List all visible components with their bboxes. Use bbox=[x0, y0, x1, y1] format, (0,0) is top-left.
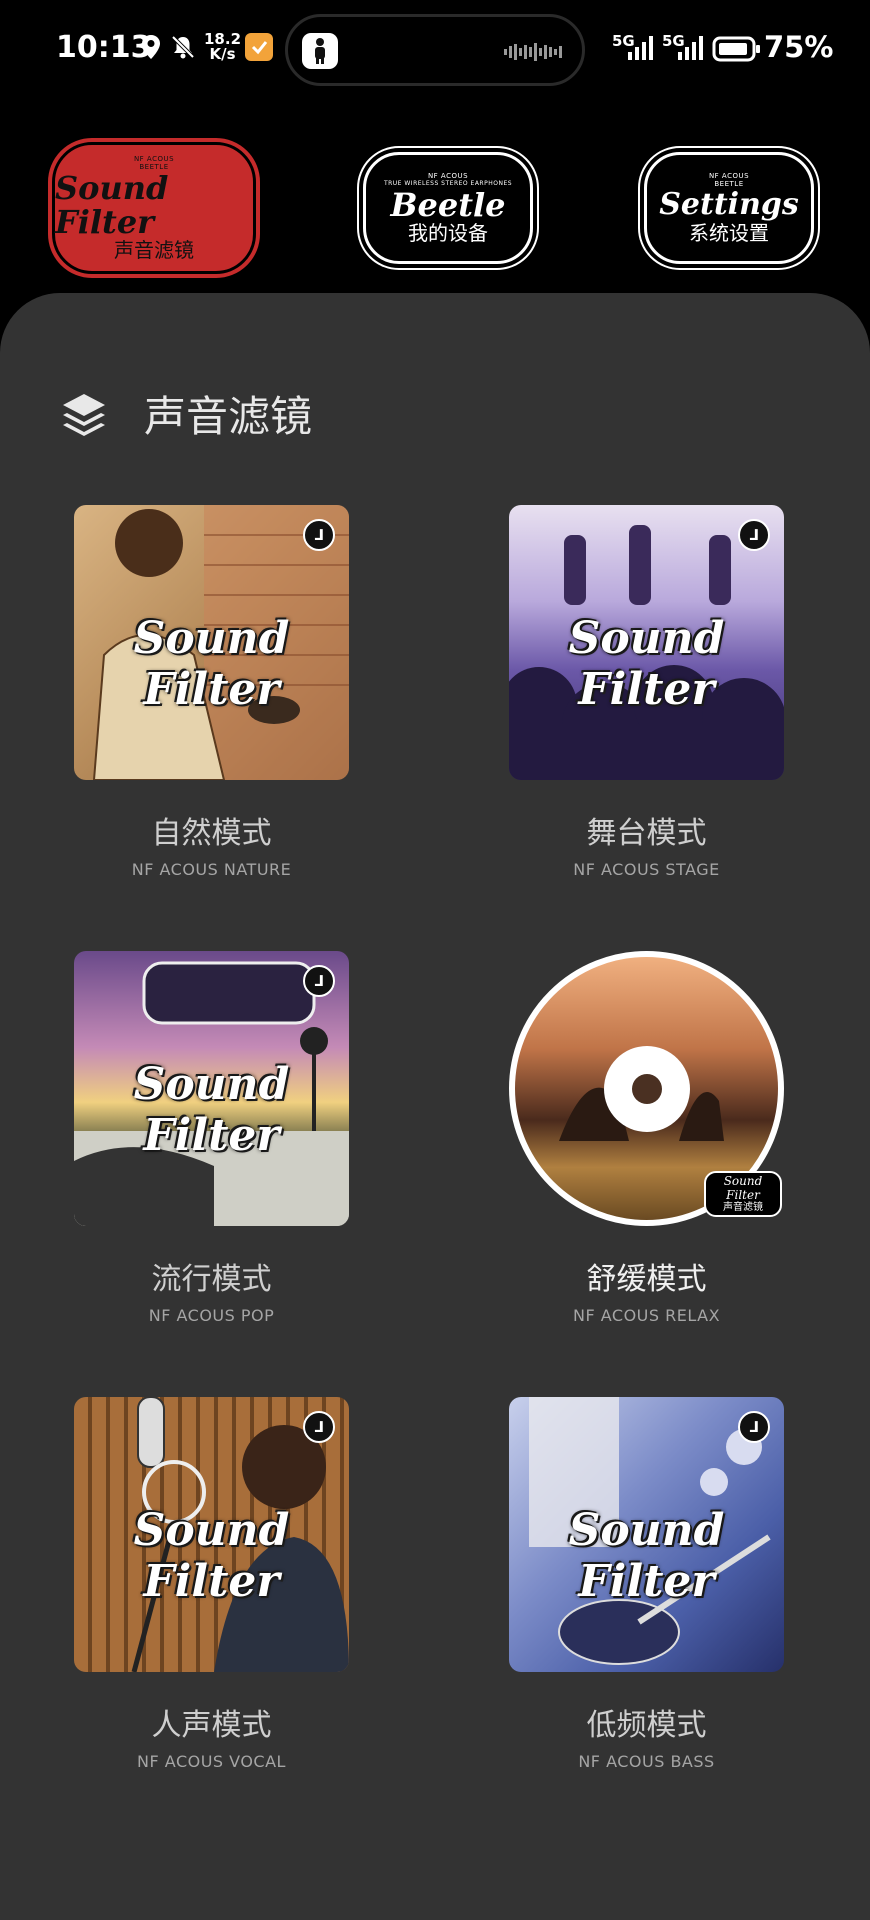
badge-brand: NF ACOUS bbox=[427, 172, 469, 180]
mode-card-vocal[interactable]: ⅃ Sound Filter 人声模式 NF ACOUS VOCAL bbox=[74, 1397, 349, 1771]
mode-subtitle: NF ACOUS POP bbox=[148, 1306, 275, 1325]
top-nav: NF ACOUS BEETLE Sound Filter 声音滤镜 NF ACO… bbox=[0, 130, 870, 290]
mode-subtitle: NF ACOUS STAGE bbox=[573, 860, 720, 879]
cover-brand-icon: ⅃ bbox=[303, 1411, 335, 1443]
badge-label: 我的设备 bbox=[408, 221, 488, 245]
cover-brand-icon: ⅃ bbox=[738, 519, 770, 551]
mode-subtitle: NF ACOUS VOCAL bbox=[137, 1752, 286, 1771]
mode-title: 人声模式 bbox=[151, 1708, 272, 1743]
mode-subtitle: NF ACOUS RELAX bbox=[572, 1306, 721, 1325]
cover-title: Sound Filter bbox=[568, 613, 725, 715]
app-notification-icon bbox=[245, 33, 273, 61]
mode-title: 流行模式 bbox=[151, 1262, 272, 1297]
mode-title: 舒缓模式 bbox=[586, 1262, 707, 1297]
disc-center-icon bbox=[603, 1045, 690, 1132]
status-bar: 10:13 18.2 K/s 5G 5G 75% bbox=[0, 0, 870, 100]
mode-cover: ⅃ Sound Filter bbox=[509, 505, 784, 780]
network-speed: 18.2 K/s bbox=[204, 30, 242, 63]
section-title: 声音滤镜 bbox=[144, 392, 313, 441]
cover-brand-icon: ⅃ bbox=[738, 1411, 770, 1443]
mode-cover: ⅃ Sound Filter bbox=[74, 951, 349, 1226]
badge-label: 声音滤镜 bbox=[114, 238, 194, 262]
mode-title: 低频模式 bbox=[586, 1708, 707, 1743]
badge-script: Settings bbox=[659, 187, 799, 222]
mode-cover: ⅃ Sound Filter bbox=[509, 1397, 784, 1672]
cover-brand-icon: ⅃ bbox=[303, 519, 335, 551]
mode-card-pop[interactable]: ⅃ Sound Filter 流行模式 NF ACOUS POP bbox=[74, 951, 349, 1325]
battery-percent: 75% bbox=[764, 30, 834, 64]
signal-icon-1 bbox=[628, 36, 653, 60]
location-icon bbox=[142, 35, 160, 59]
dynamic-island[interactable] bbox=[285, 14, 585, 86]
cover-title: Sound Filter bbox=[133, 1059, 290, 1161]
signal-icon-2 bbox=[678, 36, 703, 60]
mode-cover: ⅃ Sound Filter bbox=[74, 1397, 349, 1672]
mode-cover: ⅃ Sound Filter bbox=[74, 505, 349, 780]
disc-brand-tag: Sound Filter 声音滤镜 bbox=[704, 1171, 782, 1217]
cover-title: Sound Filter bbox=[568, 1505, 725, 1607]
badge-script: Beetle bbox=[390, 186, 506, 224]
section-header: 声音滤镜 bbox=[60, 383, 312, 444]
mode-card-relax[interactable]: Sound Filter 声音滤镜 舒缓模式 NF ACOUS RELAX bbox=[509, 951, 784, 1325]
layers-icon bbox=[63, 393, 105, 436]
mode-card-stage[interactable]: ⅃ Sound Filter 舞台模式 NF ACOUS STAGE bbox=[509, 505, 784, 879]
badge-script: Sound Filter bbox=[55, 169, 169, 241]
mode-title: 自然模式 bbox=[151, 816, 272, 851]
nav-beetle[interactable]: NF ACOUS TRUE WIRELESS STEREO EARPHONES … bbox=[357, 146, 539, 270]
cover-title: Sound Filter bbox=[133, 613, 290, 715]
mode-card-bass[interactable]: ⅃ Sound Filter 低频模式 NF ACOUS BASS bbox=[509, 1397, 784, 1771]
nav-settings[interactable]: NF ACOUS BEETLE Settings 系统设置 bbox=[638, 146, 820, 270]
audio-wave-icon bbox=[504, 43, 562, 61]
mode-subtitle: NF ACOUS NATURE bbox=[131, 860, 292, 879]
mode-subtitle: NF ACOUS BASS bbox=[578, 1752, 715, 1771]
mode-card-nature[interactable]: ⅃ Sound Filter 自然模式 NF ACOUS NATURE bbox=[74, 505, 349, 879]
badge-brand: NF ACOUS bbox=[708, 172, 750, 180]
badge-brand: NF ACOUS bbox=[133, 155, 175, 163]
sound-filter-panel: 声音滤镜 ⅃ Sound Filter 自然模式 NF ACOUS NATURE… bbox=[0, 293, 870, 1920]
cover-title: Sound Filter bbox=[133, 1505, 290, 1607]
island-app-icon bbox=[302, 33, 338, 69]
badge-label: 系统设置 bbox=[689, 221, 769, 245]
nav-sound-filter[interactable]: NF ACOUS BEETLE Sound Filter 声音滤镜 bbox=[48, 138, 260, 278]
battery-icon bbox=[712, 36, 760, 62]
cover-brand-icon: ⅃ bbox=[303, 965, 335, 997]
status-time: 10:13 bbox=[56, 30, 152, 65]
mute-bell-icon bbox=[171, 35, 195, 59]
mode-title: 舞台模式 bbox=[586, 816, 707, 851]
